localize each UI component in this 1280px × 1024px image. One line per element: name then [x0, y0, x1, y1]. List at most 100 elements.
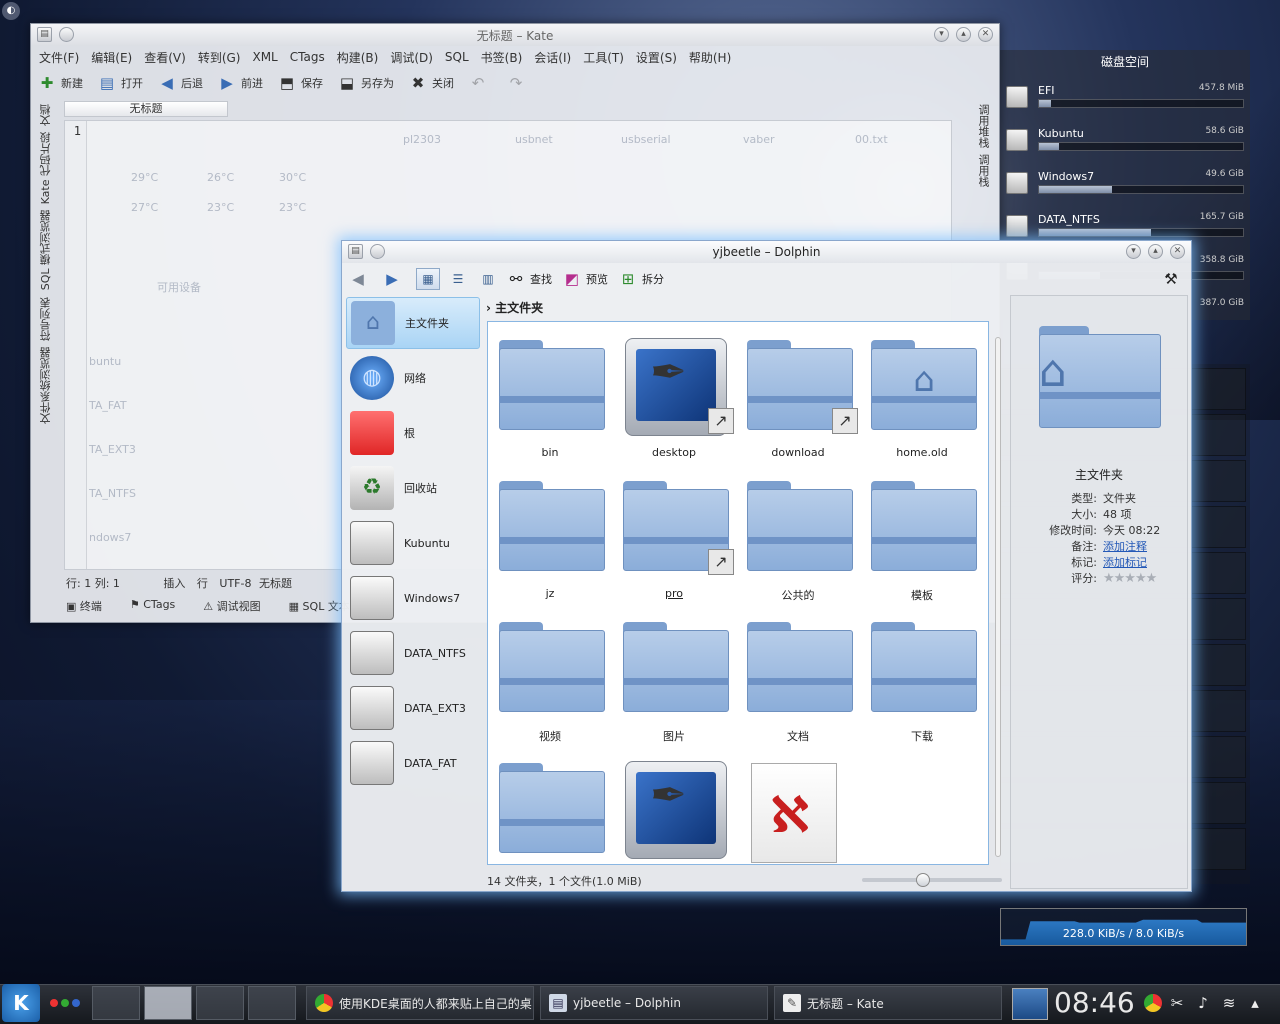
close-document-button[interactable]: ✖ 关闭 [408, 73, 454, 93]
tab-ctags[interactable]: ⚑ CTags [130, 598, 189, 614]
place-data-ext3[interactable]: DATA_EXT3 [346, 682, 480, 734]
file-item[interactable]: 文档 [736, 604, 860, 743]
file-item[interactable]: ℵ [736, 745, 860, 864]
find-button[interactable]: ⚯ 查找 [506, 269, 552, 289]
tab-documents[interactable]: 文档 [38, 104, 54, 126]
close-button[interactable]: ✕ [1170, 244, 1185, 259]
disk-row[interactable]: EFI 457.8 MiB [1006, 82, 1244, 122]
close-button[interactable]: ✕ [978, 27, 993, 42]
pager-desktop-1[interactable] [92, 986, 140, 1020]
file-item[interactable]: 视频 [488, 604, 612, 743]
tab-call-stack[interactable]: 调用堆栈 [975, 104, 991, 148]
tab-filesystem[interactable]: 文件系统浏览器 [38, 347, 54, 424]
kde-menu-button[interactable]: K [2, 984, 40, 1022]
tab-call-stack-2[interactable]: 调用栈 [975, 154, 991, 187]
menu-tools[interactable]: 工具(T) [583, 49, 624, 66]
file-item[interactable]: ↗ download [736, 322, 860, 459]
menu-help[interactable]: 帮助(H) [689, 49, 731, 66]
details-view-button[interactable]: ☰ [446, 268, 470, 290]
menu-settings[interactable]: 设置(S) [636, 49, 677, 66]
insert-mode[interactable]: 插入 [163, 577, 185, 590]
place-data-ntfs[interactable]: DATA_NTFS [346, 627, 480, 679]
redo-button[interactable]: ↷ [506, 73, 530, 93]
file-item[interactable]: 下载 [860, 604, 984, 743]
minimize-button[interactable]: ▾ [1126, 244, 1141, 259]
configure-button[interactable]: ⚒ [1161, 269, 1185, 289]
task-dolphin[interactable]: ▤ yjbeetle – Dolphin [540, 986, 768, 1020]
back-button[interactable]: ◀ 后退 [157, 73, 203, 93]
file-item[interactable] [488, 745, 612, 864]
file-item[interactable]: 模板 [860, 463, 984, 602]
file-item[interactable]: 公共的 [736, 463, 860, 602]
volume-icon[interactable]: ♪ [1192, 992, 1214, 1014]
file-item[interactable]: jz [488, 463, 612, 600]
open-button[interactable]: ▤ 打开 [97, 73, 143, 93]
place-home[interactable]: ⌂ 主文件夹 [346, 297, 480, 349]
activity-dots[interactable] [50, 999, 83, 1007]
place-trash[interactable]: ♻ 回收站 [346, 462, 480, 514]
icons-view-button[interactable]: ▦ [416, 268, 440, 290]
dolphin-titlebar[interactable]: ▤ yjbeetle – Dolphin ▾ ▴ ✕ [342, 241, 1191, 263]
menu-debug[interactable]: 调试(D) [390, 49, 433, 66]
rating-stars[interactable]: ★★★★★ [1103, 571, 1157, 586]
file-item[interactable]: bin [488, 322, 612, 459]
pager-desktop-2[interactable] [144, 986, 192, 1020]
undo-button[interactable]: ↶ [468, 73, 492, 93]
selection-mode[interactable]: 行 [197, 577, 208, 590]
columns-view-button[interactable]: ▥ [476, 268, 500, 290]
pager-desktop-4[interactable] [248, 986, 296, 1020]
disk-row[interactable]: Windows7 49.6 GiB [1006, 168, 1244, 208]
tab-snippets[interactable]: Kate 代码片段 [38, 132, 54, 204]
menu-sql[interactable]: SQL [445, 50, 469, 64]
save-as-button[interactable]: ⬓ 另存为 [337, 73, 394, 93]
zoom-slider[interactable] [862, 873, 1002, 887]
place-data-fat[interactable]: DATA_FAT [346, 737, 480, 789]
kate-titlebar[interactable]: ▤ 无标题 – Kate ▾ ▴ ✕ [31, 24, 999, 46]
forward-button[interactable]: ▶ 前进 [217, 73, 263, 93]
wifi-icon[interactable]: ≋ [1218, 992, 1240, 1014]
save-button[interactable]: ⬒ 保存 [277, 73, 323, 93]
desktop-toolbox-icon[interactable]: ◐ [2, 2, 20, 20]
chrome-tray-icon[interactable] [1144, 994, 1162, 1012]
file-view[interactable]: bin ✒ ↗ desktop ↗ download ⌂ home.old jz… [487, 321, 989, 865]
chevron-up-icon[interactable]: ▴ [1244, 992, 1266, 1014]
place-windows7[interactable]: Windows7 [346, 572, 480, 624]
tab-debug-view[interactable]: ⚠ 调试视图 [203, 598, 274, 614]
new-button[interactable]: ✚ 新建 [37, 73, 83, 93]
menu-file[interactable]: 文件(F) [39, 49, 79, 66]
clock[interactable]: 08:46 [1054, 986, 1135, 1019]
place-network[interactable]: ◍ 网络 [346, 352, 480, 404]
file-item[interactable]: ✒ [612, 745, 736, 864]
vertical-scrollbar[interactable] [993, 333, 1003, 861]
file-item[interactable]: 图片 [612, 604, 736, 743]
tab-terminal[interactable]: ▣ 终端 [66, 598, 116, 614]
back-button[interactable]: ◀ [348, 269, 372, 289]
add-tags-link[interactable]: 添加标记 [1103, 556, 1147, 569]
show-desktop-icon[interactable] [1012, 988, 1048, 1020]
minimize-button[interactable]: ▾ [934, 27, 949, 42]
forward-button[interactable]: ▶ [382, 269, 406, 289]
file-item[interactable]: ✒ ↗ desktop [612, 322, 736, 459]
preview-button[interactable]: ◩ 预览 [562, 269, 608, 289]
menu-view[interactable]: 查看(V) [144, 49, 186, 66]
menu-xml[interactable]: XML [252, 50, 277, 64]
disk-row[interactable]: Kubuntu 58.6 GiB [1006, 125, 1244, 165]
menu-ctags[interactable]: CTags [290, 50, 325, 64]
menu-bookmarks[interactable]: 书签(B) [481, 49, 523, 66]
menu-build[interactable]: 构建(B) [337, 49, 379, 66]
menu-sessions[interactable]: 会话(I) [534, 49, 571, 66]
maximize-button[interactable]: ▴ [956, 27, 971, 42]
document-tab[interactable]: 无标题 [64, 101, 228, 117]
maximize-button[interactable]: ▴ [1148, 244, 1163, 259]
place-kubuntu[interactable]: Kubuntu [346, 517, 480, 569]
zoom-slider-handle[interactable] [916, 873, 930, 887]
tab-sql-browser[interactable]: SQL 模式浏览器 [38, 210, 54, 290]
menu-go[interactable]: 转到(G) [198, 49, 241, 66]
tab-symbols[interactable]: 符号列表 [38, 297, 54, 341]
file-item[interactable]: ↗ pro [612, 463, 736, 600]
scissors-icon[interactable]: ✂ [1166, 992, 1188, 1014]
place-root[interactable]: 根 [346, 407, 480, 459]
breadcrumb[interactable]: › 主文件夹 [486, 299, 543, 316]
split-button[interactable]: ⊞ 拆分 [618, 269, 664, 289]
task-browser[interactable]: 使用KDE桌面的人都来贴上自己的桌 [306, 986, 534, 1020]
